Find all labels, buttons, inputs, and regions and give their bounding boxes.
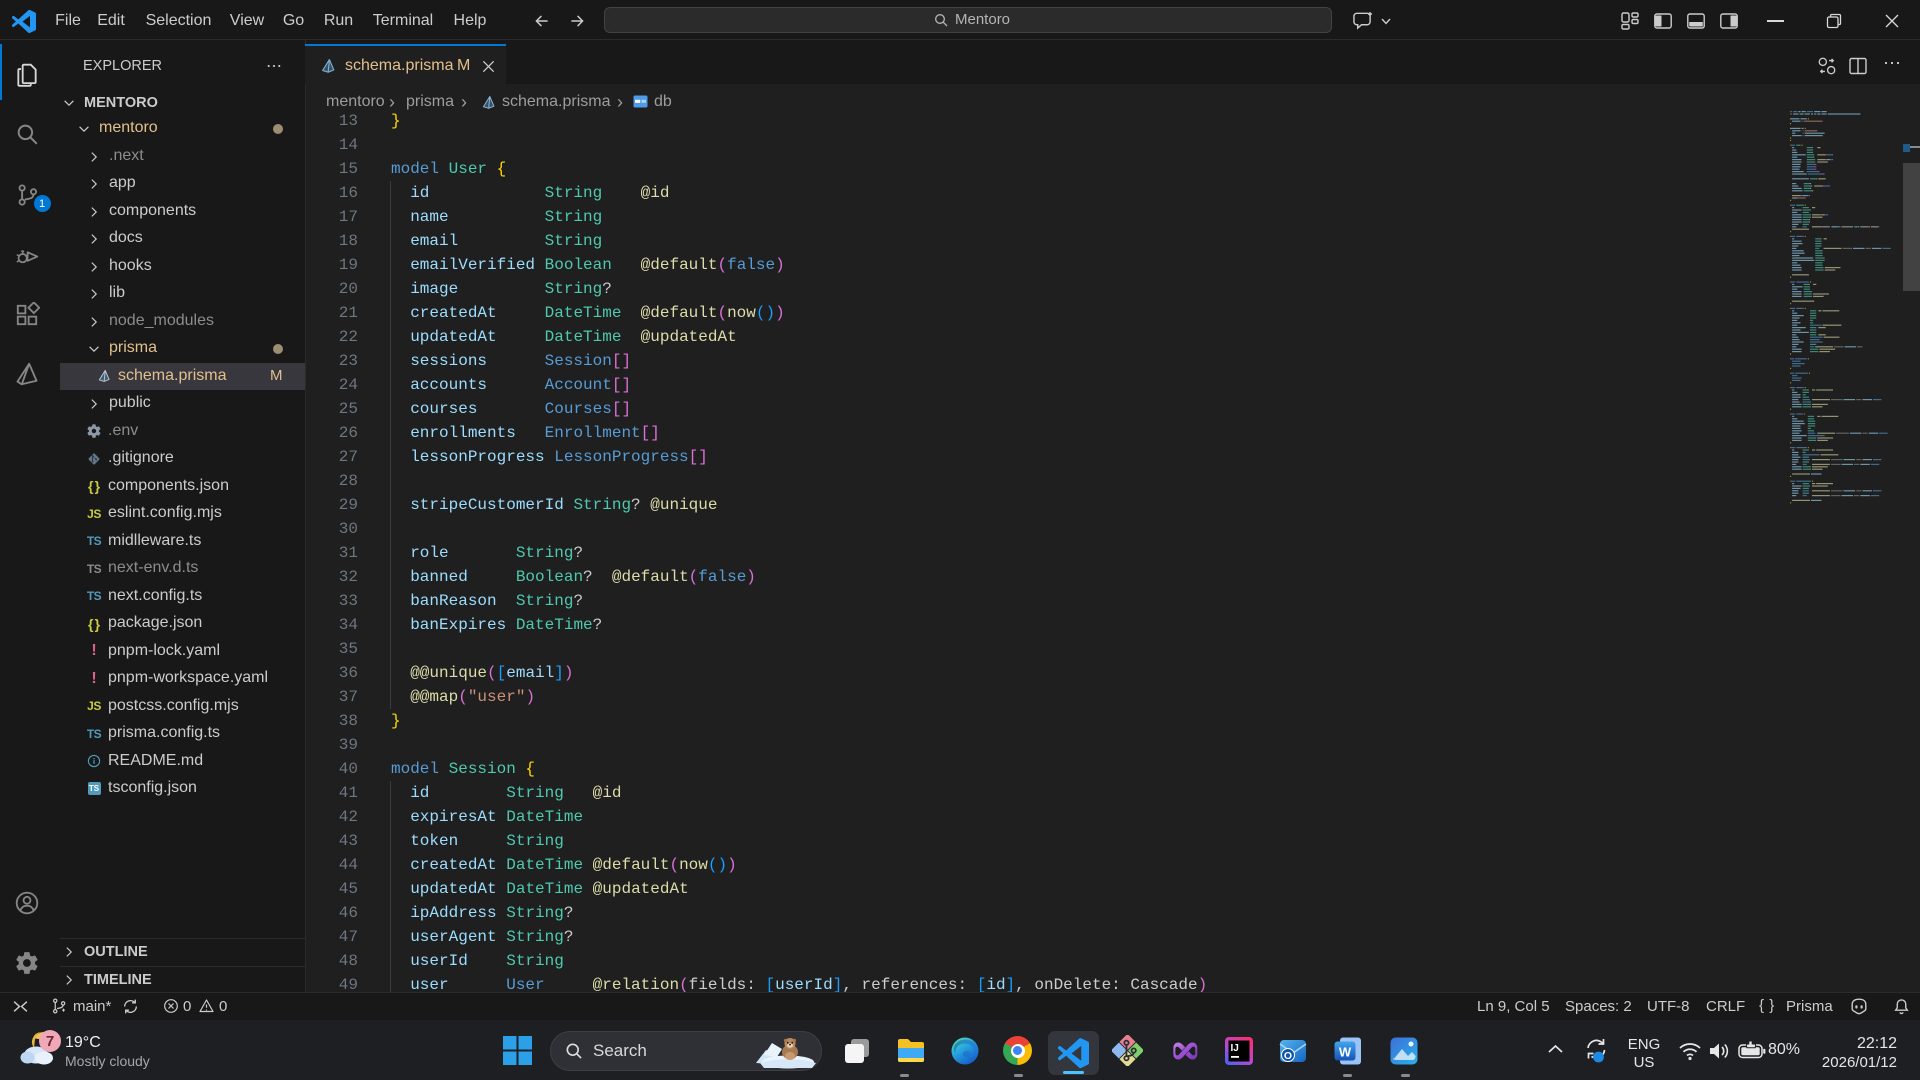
svg-text:7: 7: [46, 1033, 54, 1050]
svg-text:W: W: [1339, 1045, 1352, 1060]
svg-text:IJ: IJ: [1231, 1043, 1239, 1054]
svg-text:O: O: [1284, 1050, 1292, 1062]
